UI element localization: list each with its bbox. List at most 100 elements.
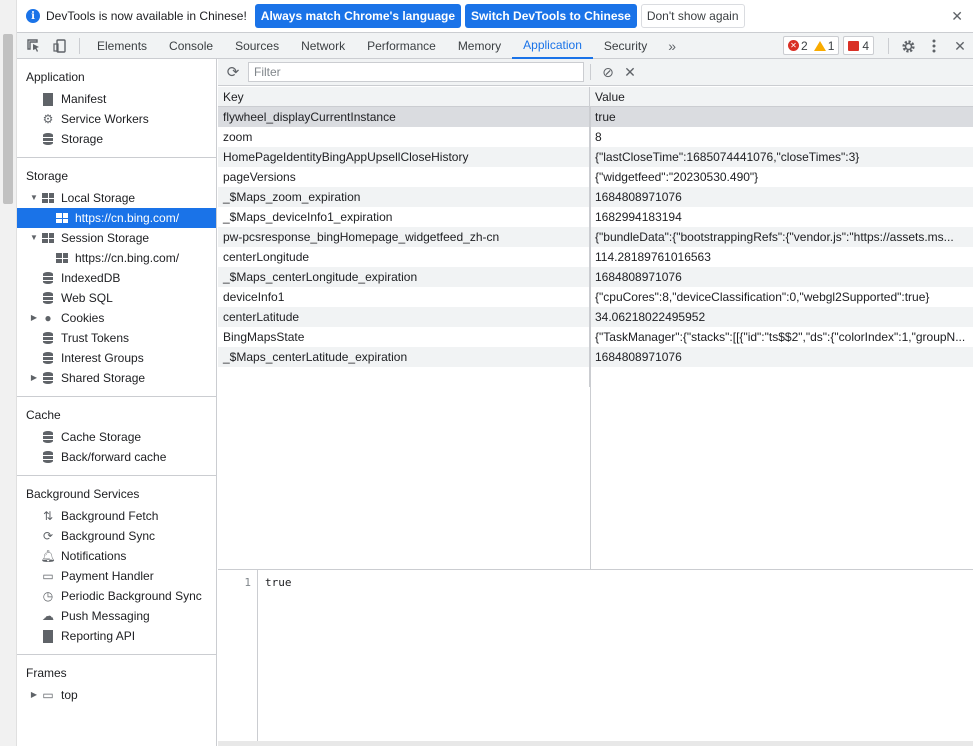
section-title: Frames <box>26 666 67 680</box>
table-row[interactable]: pw-pcsresponse_bingHomepage_widgetfeed_z… <box>218 227 973 247</box>
table-row[interactable]: _$Maps_zoom_expiration 1684808971076 <box>218 187 973 207</box>
sidebar-item-indexeddb[interactable]: IndexedDB <box>17 268 216 288</box>
sidebar-item-manifest[interactable]: Manifest <box>17 89 216 109</box>
filter-input[interactable] <box>248 62 584 82</box>
sidebar-item-reporting-api[interactable]: Reporting API <box>17 626 216 646</box>
table-row[interactable]: centerLatitude 34.06218022495952 <box>218 307 973 327</box>
sidebar-item-web-sql[interactable]: Web SQL <box>17 288 216 308</box>
database-icon <box>41 430 55 444</box>
sidebar-item-push-messaging[interactable]: ☁ Push Messaging <box>17 606 216 626</box>
collapsed-arrow-icon[interactable]: ▶ <box>29 308 39 328</box>
close-icon[interactable]: ✕ <box>947 33 973 59</box>
expanded-arrow-icon[interactable]: ▼ <box>29 188 39 208</box>
tab-console[interactable]: Console <box>158 33 224 59</box>
collapsed-arrow-icon[interactable]: ▶ <box>29 685 39 705</box>
sync-icon: ⟳ <box>42 529 54 543</box>
more-options-icon[interactable] <box>921 33 947 59</box>
table-row[interactable]: _$Maps_centerLatitude_expiration 16848089… <box>218 347 973 367</box>
database-icon <box>41 132 55 146</box>
table-row-empty <box>218 367 973 387</box>
table-row[interactable]: flywheel_displayCurrentInstance true <box>218 107 973 127</box>
sidebar-item-payment-handler[interactable]: ▭ Payment Handler <box>17 566 216 586</box>
database-icon <box>41 450 55 464</box>
sidebar-item-local-origin[interactable]: https://cn.bing.com/ <box>17 208 216 228</box>
sidebar-item-background-sync[interactable]: ⟳ Background Sync <box>17 526 216 546</box>
sidebar-item-notifications[interactable]: 🔔︎ Notifications <box>17 546 216 566</box>
table-row[interactable]: BingMapsState {"TaskManager":{"stacks":[[… <box>218 327 973 347</box>
table-row[interactable]: HomePageIdentityBingAppUpsellCloseHistor… <box>218 147 973 167</box>
table-row[interactable]: deviceInfo1 {"cpuCores":8,"deviceClassifi… <box>218 287 973 307</box>
sidebar-item-trust-tokens[interactable]: Trust Tokens <box>17 328 216 348</box>
sidebar-item-local-storage[interactable]: ▼ Local Storage <box>17 188 216 208</box>
sidebar-item-session-origin[interactable]: https://cn.bing.com/ <box>17 248 216 268</box>
more-tabs-icon[interactable]: » <box>658 38 686 54</box>
sidebar-item-service-workers[interactable]: ⚙ Service Workers <box>17 109 216 129</box>
sidebar-item-bfcache[interactable]: Back/forward cache <box>17 447 216 467</box>
database-icon <box>41 331 55 345</box>
warning-count: 1 <box>827 38 835 53</box>
inspect-element-icon[interactable] <box>21 33 47 59</box>
grid-icon <box>41 231 55 245</box>
column-divider <box>590 107 591 569</box>
main-toolbar: Elements Console Sources Network Perform… <box>17 33 973 59</box>
sidebar-item-periodic-sync[interactable]: ◷ Periodic Background Sync <box>17 586 216 606</box>
grid-icon <box>41 191 55 205</box>
clock-icon: ◷ <box>42 589 54 603</box>
bell-icon: 🔔︎ <box>40 549 56 563</box>
tab-performance[interactable]: Performance <box>356 33 447 59</box>
switch-language-button[interactable]: Switch DevTools to Chinese <box>465 4 637 28</box>
tab-network[interactable]: Network <box>290 33 356 59</box>
collapsed-arrow-icon[interactable]: ▶ <box>29 368 39 388</box>
column-header-key[interactable]: Key <box>218 87 590 106</box>
table-row[interactable]: centerLongitude 114.28189761016563 <box>218 247 973 267</box>
sidebar-item-session-storage[interactable]: ▼ Session Storage <box>17 228 216 248</box>
expanded-arrow-icon[interactable]: ▼ <box>29 228 39 248</box>
tab-memory[interactable]: Memory <box>447 33 512 59</box>
left-scrollbar[interactable] <box>0 0 17 746</box>
sidebar-item-cache-storage[interactable]: Cache Storage <box>17 427 216 447</box>
refresh-icon[interactable]: ⟳ <box>218 63 248 81</box>
credit-card-icon: ▭ <box>42 569 54 583</box>
application-section: Application Manifest ⚙ Service Workers St… <box>17 59 216 158</box>
sidebar-item-frame-top[interactable]: ▶ ▭ top <box>17 685 216 705</box>
application-sidebar: Application Manifest ⚙ Service Workers St… <box>17 59 217 746</box>
table-row[interactable]: _$Maps_deviceInfo1_expiration 16829941831… <box>218 207 973 227</box>
tab-sources[interactable]: Sources <box>224 33 290 59</box>
column-header-value[interactable]: Value <box>590 87 973 106</box>
frame-icon: ▭ <box>42 688 54 702</box>
error-icon: ✕ <box>788 40 799 51</box>
document-icon <box>41 92 55 106</box>
delete-selected-icon[interactable]: ✕ <box>619 64 641 81</box>
background-services-section: Background Services ⇅ Background Fetch ⟳ B… <box>17 476 216 655</box>
warning-icon <box>813 40 826 51</box>
sidebar-item-shared-storage[interactable]: ▶ Shared Storage <box>17 368 216 388</box>
frames-section: Frames ▶ ▭ top <box>17 655 216 713</box>
sidebar-item-storage[interactable]: Storage <box>17 129 216 149</box>
tab-application[interactable]: Application <box>512 33 593 59</box>
gear-icon[interactable] <box>895 33 921 59</box>
close-icon[interactable]: ✕ <box>951 8 963 25</box>
table-row[interactable]: _$Maps_centerLongitude_expiration 1684808… <box>218 267 973 287</box>
section-title: Cache <box>26 408 61 422</box>
preview-content[interactable]: true <box>265 576 292 589</box>
tab-security[interactable]: Security <box>593 33 658 59</box>
sidebar-item-interest-groups[interactable]: Interest Groups <box>17 348 216 368</box>
value-preview: 1 true <box>218 569 973 742</box>
device-toolbar-icon[interactable] <box>47 33 73 59</box>
up-down-arrows-icon: ⇅ <box>42 509 54 523</box>
horizontal-scrollbar[interactable] <box>218 741 973 746</box>
issues-badge[interactable]: 4 <box>843 36 875 55</box>
sidebar-item-cookies[interactable]: ▶ ● Cookies <box>17 308 216 328</box>
scrollbar-thumb[interactable] <box>3 34 13 204</box>
toolbar-separator <box>79 37 80 54</box>
table-row[interactable]: pageVersions {"widgetfeed":"20230530.490"… <box>218 167 973 187</box>
errors-warnings-badge[interactable]: ✕ 2 1 <box>783 36 840 55</box>
table-row[interactable]: zoom 8 <box>218 127 973 147</box>
clear-all-icon[interactable]: ⊘ <box>597 64 619 81</box>
sidebar-item-background-fetch[interactable]: ⇅ Background Fetch <box>17 506 216 526</box>
line-number: 1 <box>218 570 258 742</box>
infobar-message: DevTools is now available in Chinese! <box>46 9 247 23</box>
match-language-button[interactable]: Always match Chrome's language <box>254 4 462 28</box>
tab-elements[interactable]: Elements <box>86 33 158 59</box>
dont-show-again-button[interactable]: Don't show again <box>640 4 745 28</box>
